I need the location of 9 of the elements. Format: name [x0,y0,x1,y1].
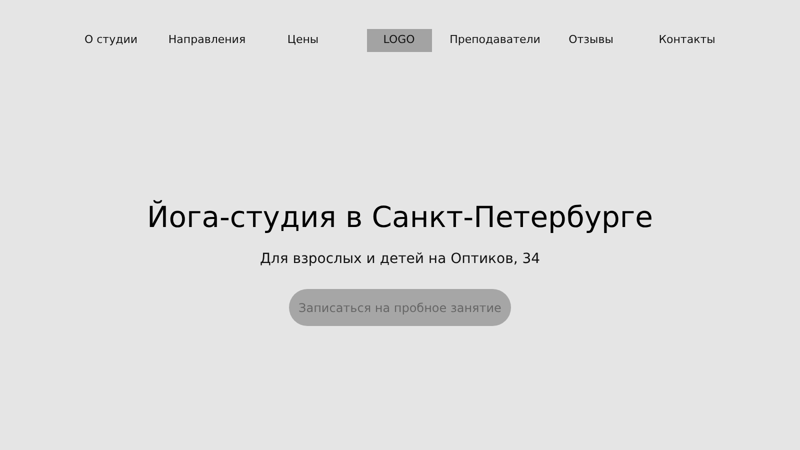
hero-title: Йога-студия в Санкт-Петербурге [147,199,653,235]
nav-link[interactable]: Направления [168,32,246,49]
nav-link[interactable]: Преподаватели [450,32,540,49]
nav-link[interactable]: О студии [84,32,138,49]
hero-subtitle: Для взрослых и детей на Оптиков, 34 [260,250,540,269]
nav-link[interactable]: Контакты [658,32,716,49]
nav-link[interactable]: Отзывы [568,32,614,49]
nav-link[interactable]: Цены [287,32,319,49]
logo[interactable]: LOGO [366,29,432,52]
